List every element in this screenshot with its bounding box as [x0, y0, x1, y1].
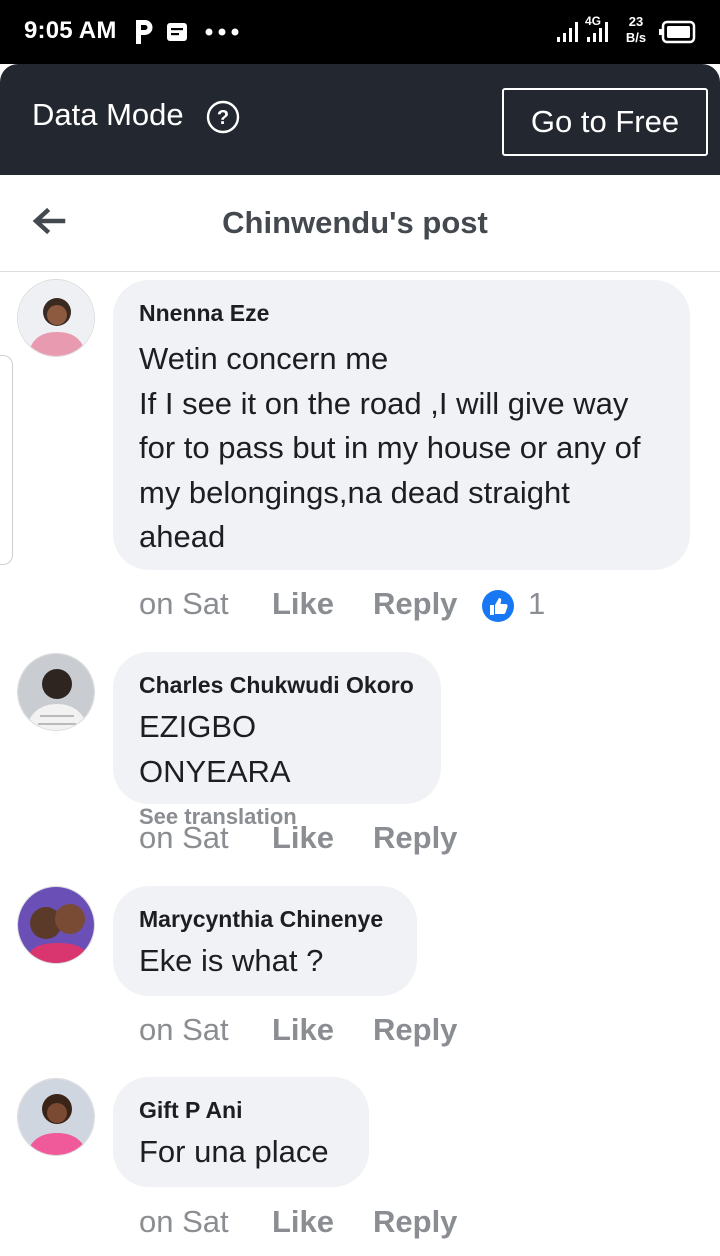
page-title: Chinwendu's post [222, 205, 488, 240]
reply-button[interactable]: Reply [373, 820, 457, 856]
avatar[interactable] [17, 279, 95, 357]
reply-button[interactable]: Reply [373, 586, 457, 622]
comment-author[interactable]: Nnenna Eze [139, 298, 664, 328]
speed-value: 23 [628, 14, 644, 29]
more-dots-icon [205, 28, 239, 36]
reply-button[interactable]: Reply [373, 1012, 457, 1048]
data-mode-banner: Data Mode ? Go to Free [0, 64, 720, 175]
battery-icon [659, 20, 696, 44]
comment-actions: on Sat Like Reply 1 [139, 586, 579, 626]
status-time: 9:05 AM [24, 17, 117, 44]
comment-time: on Sat [139, 820, 229, 855]
like-button[interactable]: Like [272, 1012, 334, 1048]
status-bar: 9:05 AM 4G 23 B/s [0, 0, 720, 64]
message-icon [167, 23, 187, 41]
status-notification-icons [136, 20, 239, 44]
go-to-free-button[interactable]: Go to Free [502, 88, 708, 156]
reaction-count[interactable]: 1 [528, 586, 545, 622]
like-button[interactable]: Like [272, 586, 334, 622]
comment-text: Wetin concern me If I see it on the road… [139, 341, 641, 554]
data-mode-label: Data Mode [32, 97, 184, 132]
speed-unit: B/s [625, 30, 647, 45]
comment-author[interactable]: Gift P Ani [139, 1095, 343, 1125]
avatar[interactable] [17, 886, 95, 964]
svg-text:?: ? [217, 107, 229, 129]
post-header: Chinwendu's post [0, 175, 720, 272]
question-circle-icon[interactable]: ? [206, 100, 240, 134]
comment-bubble: Nnenna Eze Wetin concern me If I see it … [113, 280, 690, 570]
comment-author[interactable]: Marycynthia Chinenye [139, 904, 391, 934]
comment-actions: on Sat Like Reply [139, 1204, 499, 1244]
comment-text: EZIGBO ONYEARA [139, 709, 291, 789]
signal-icon [557, 22, 608, 42]
reply-button[interactable]: Reply [373, 1204, 457, 1240]
left-edge-panel [0, 355, 13, 565]
p-icon [136, 20, 153, 44]
comment-actions: on Sat Like Reply [139, 820, 499, 860]
comment-bubble: Marycynthia Chinenye Eke is what ? [113, 886, 417, 996]
comment-bubble: Charles Chukwudi Okoro EZIGBO ONYEARA Se… [113, 652, 441, 829]
comment-time: on Sat [139, 1204, 229, 1239]
comment-actions: on Sat Like Reply [139, 1012, 499, 1052]
network-type: 4G [585, 14, 602, 28]
comment-text: For una place [139, 1134, 329, 1169]
comment-text: Eke is what ? [139, 943, 324, 978]
like-reaction-icon[interactable] [481, 589, 515, 623]
comment-author[interactable]: Charles Chukwudi Okoro [139, 670, 415, 700]
comment-bubble: Gift P Ani For una place [113, 1077, 369, 1187]
like-button[interactable]: Like [272, 1204, 334, 1240]
avatar[interactable] [17, 1078, 95, 1156]
avatar[interactable] [17, 653, 95, 731]
network-speed: 23 B/s [620, 14, 652, 46]
like-button[interactable]: Like [272, 820, 334, 856]
comment-time: on Sat [139, 1012, 229, 1047]
comment-time: on Sat [139, 586, 229, 621]
